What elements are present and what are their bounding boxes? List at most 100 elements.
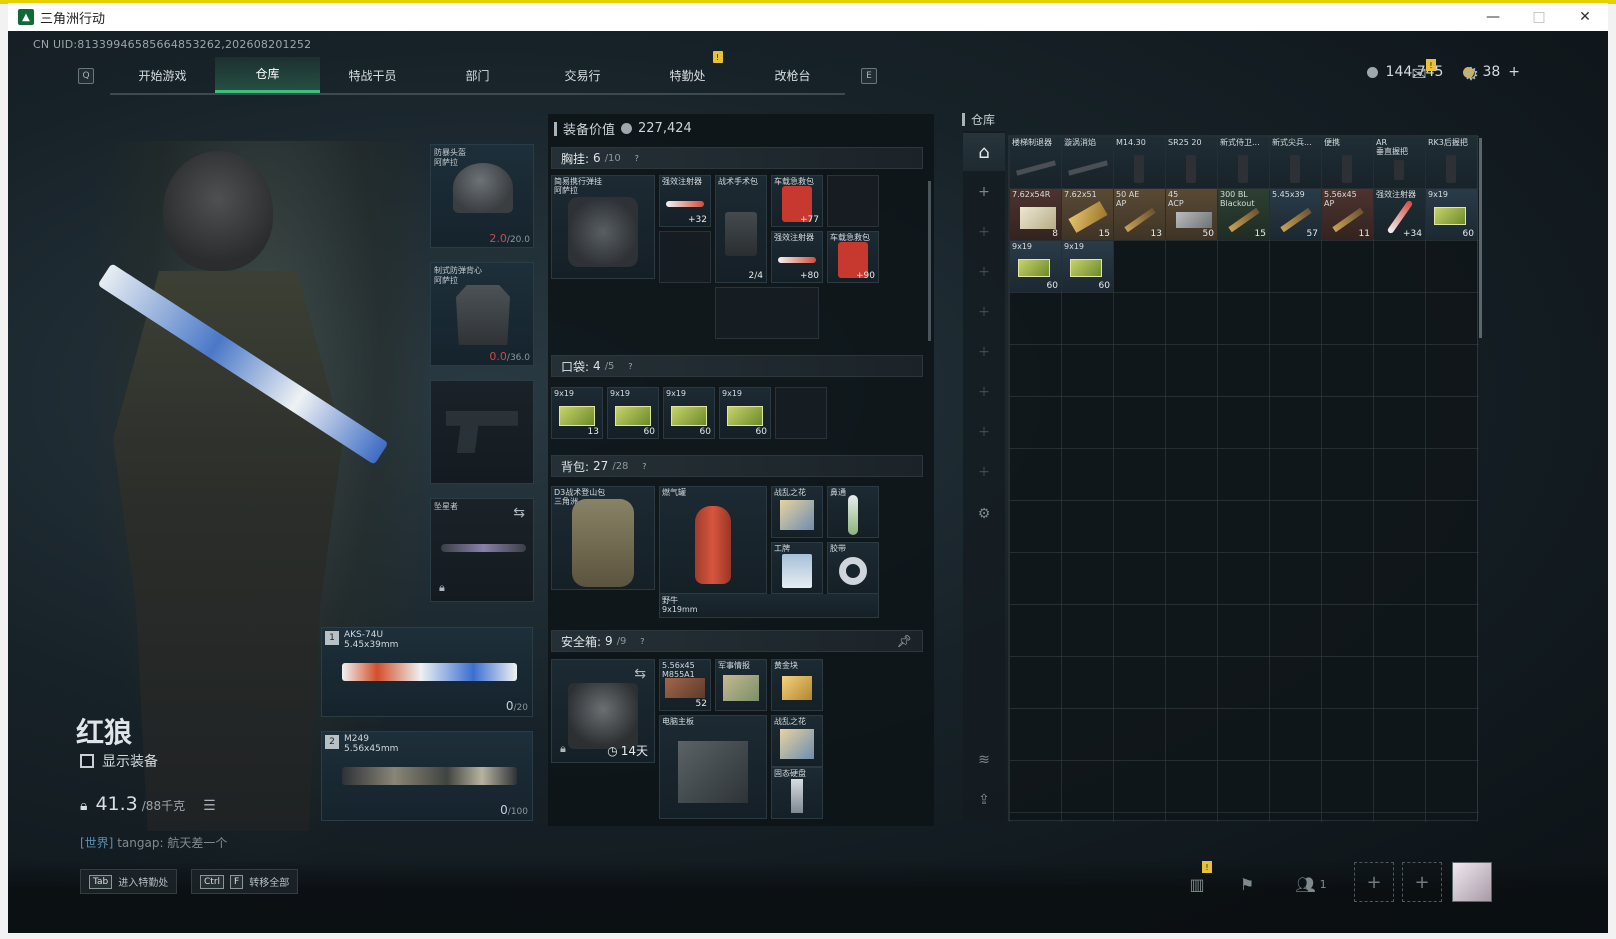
close-button[interactable]: ✕ xyxy=(1562,3,1608,31)
inventory-item[interactable]: 战术手术包 2/4 xyxy=(715,175,767,283)
inventory-item[interactable]: 鼻通 xyxy=(827,486,879,538)
tab-operators[interactable]: 特战干员 xyxy=(320,57,425,93)
storage-item[interactable]: 新式尖兵... xyxy=(1270,137,1321,188)
pistol-slot[interactable] xyxy=(430,380,534,484)
storage-item[interactable]: 5.45x39 57 xyxy=(1270,189,1321,240)
secondary-weapon-slot[interactable]: 2 M249 5.56x45mm 0/100 xyxy=(321,731,533,821)
plus-icon[interactable]: + xyxy=(963,333,1005,371)
tab-gunsmith[interactable]: 改枪台 xyxy=(740,57,845,93)
inventory-item[interactable]: 工牌 xyxy=(771,542,823,594)
plus-icon[interactable]: + xyxy=(963,173,1005,211)
tab-warehouse[interactable]: 仓库 xyxy=(215,57,320,93)
enter-special-ops-hint[interactable]: Tab 进入特勤处 xyxy=(80,869,178,894)
gear-icon[interactable]: ⚙ xyxy=(1458,61,1484,87)
storage-item[interactable]: 7.62x51 15 xyxy=(1062,189,1113,240)
pin-icon[interactable]: 📌︎ xyxy=(897,634,912,648)
empty-slot[interactable] xyxy=(827,175,879,227)
inventory-item[interactable]: 黄金块 xyxy=(771,659,823,711)
inventory-item[interactable]: 车载急救包 +90 xyxy=(827,231,879,283)
prev-tab-key[interactable]: Q xyxy=(78,68,94,84)
inventory-item[interactable]: 军事情报 xyxy=(715,659,767,711)
storage-item[interactable]: 300 BL Blackout 15 xyxy=(1218,189,1269,240)
inventory-item[interactable]: 战乱之花 xyxy=(771,486,823,538)
inventory-item[interactable]: 燃气罐 xyxy=(659,486,767,594)
add-currency-button[interactable]: + xyxy=(1508,64,1520,80)
chest-rig-slot[interactable]: 简易携行弹挂 阿萨拉 xyxy=(551,175,655,279)
inventory-item[interactable]: 5.56x45 M855A1 52 xyxy=(659,659,711,711)
tab-special-ops[interactable]: 特勤处! xyxy=(635,51,740,93)
chat-line[interactable]: [世界] tangap: 航天差一个 xyxy=(80,834,227,851)
help-icon[interactable]: ? xyxy=(638,460,650,472)
window-titlebar[interactable]: ▲ 三角洲行动 — □ ✕ xyxy=(8,3,1608,31)
show-equipment-toggle[interactable]: 显示装备 xyxy=(80,751,158,771)
inventory-item[interactable]: 9x19 60 xyxy=(663,387,715,439)
inventory-item[interactable]: 战乱之花 xyxy=(771,715,823,767)
inventory-item[interactable]: 电脑主板 xyxy=(659,715,767,819)
plus-icon[interactable]: + xyxy=(963,413,1005,451)
invite-slot-2[interactable]: + xyxy=(1402,862,1442,902)
storage-item[interactable]: 强效注射器 +34 xyxy=(1374,189,1425,240)
inventory-item[interactable]: 野牛 9x19mm xyxy=(659,594,879,618)
next-tab-key[interactable]: E xyxy=(861,68,877,84)
tab-department[interactable]: 部门 xyxy=(425,57,530,93)
avatar[interactable] xyxy=(1452,862,1492,902)
storage-item[interactable]: 50 AE AP 13 xyxy=(1114,189,1165,240)
help-icon[interactable]: ? xyxy=(631,152,643,164)
party-icon[interactable]: 👥︎ 1 xyxy=(1286,869,1336,899)
invite-slot-1[interactable]: + xyxy=(1354,862,1394,902)
chart-icon[interactable]: ▥! xyxy=(1180,861,1214,899)
inventory-item[interactable]: 固态硬盘 xyxy=(771,767,823,819)
storage-item[interactable]: 漩涡消焰 xyxy=(1062,137,1113,188)
empty-slot[interactable] xyxy=(659,231,711,283)
plus-icon[interactable]: + xyxy=(963,453,1005,491)
mail-icon[interactable]: ✉! xyxy=(1406,59,1436,87)
show-equipment-checkbox[interactable] xyxy=(80,754,94,768)
maximize-button[interactable]: □ xyxy=(1516,3,1562,31)
transfer-all-hint[interactable]: Ctrl F 转移全部 xyxy=(191,869,299,894)
storage-item[interactable]: SR25 20 xyxy=(1166,137,1217,188)
swap-icon[interactable]: ⇆ xyxy=(513,505,525,521)
melee-slot[interactable]: 坠星者 ⇆ 🔒︎ xyxy=(430,498,534,602)
storage-item[interactable]: AR 垂直握把 xyxy=(1374,137,1425,188)
storage-item[interactable]: 便携 xyxy=(1322,137,1373,188)
storage-item[interactable]: RK3后握把 xyxy=(1426,137,1477,188)
tab-start-game[interactable]: 开始游戏 xyxy=(110,57,215,93)
gear-icon[interactable]: ⚙ xyxy=(963,495,1005,533)
inventory-item[interactable]: 强效注射器 +80 xyxy=(771,231,823,283)
storage-item[interactable]: 楼梯制退器 xyxy=(1010,137,1061,188)
tab-trade[interactable]: 交易行 xyxy=(530,57,635,93)
inventory-item[interactable]: 9x19 60 xyxy=(607,387,659,439)
armor-slot[interactable]: 制式防弹背心 阿萨拉 0.0/36.0 xyxy=(430,262,534,366)
swap-icon[interactable]: ⇆ xyxy=(634,666,646,682)
inventory-item[interactable]: 强效注射器 +32 xyxy=(659,175,711,227)
inventory-item[interactable]: 9x19 13 xyxy=(551,387,603,439)
plus-icon[interactable]: + xyxy=(963,373,1005,411)
safe-box-slot[interactable]: ⇆ 🔒︎ ◷ 14天 xyxy=(551,659,655,763)
list-icon[interactable]: ☰ xyxy=(203,798,216,814)
empty-slot[interactable] xyxy=(775,387,827,439)
helmet-slot[interactable]: 防暴头盔 阿萨拉 2.0/20.0 xyxy=(430,144,534,248)
flag-icon[interactable]: ⚑ xyxy=(1230,869,1264,899)
storage-item[interactable]: 5.56x45 AP 11 xyxy=(1322,189,1373,240)
inventory-item[interactable]: 车载急救包 +77 xyxy=(771,175,823,227)
primary-weapon-slot[interactable]: 1 AKS-74U 5.45x39mm 0/20 xyxy=(321,627,533,717)
plus-icon[interactable]: + xyxy=(963,213,1005,251)
storage-item[interactable]: 9x19 60 xyxy=(1426,189,1477,240)
plus-icon[interactable]: + xyxy=(963,293,1005,331)
loadout-scrollbar[interactable] xyxy=(928,181,931,341)
storage-item[interactable]: 9x19 60 xyxy=(1010,241,1061,292)
plus-icon[interactable]: + xyxy=(963,253,1005,291)
storage-home-icon[interactable]: ⌂ xyxy=(963,133,1005,171)
storage-item[interactable]: M14.30 xyxy=(1114,137,1165,188)
storage-item[interactable]: 9x19 60 xyxy=(1062,241,1113,292)
inventory-item[interactable]: 9x19 60 xyxy=(719,387,771,439)
help-icon[interactable]: ? xyxy=(636,635,648,647)
storage-item[interactable]: 7.62x54R 8 xyxy=(1010,189,1061,240)
inventory-item[interactable]: 胶带 xyxy=(827,542,879,594)
storage-item[interactable]: 45 ACP 50 xyxy=(1166,189,1217,240)
help-icon[interactable]: ? xyxy=(624,360,636,372)
empty-slot[interactable] xyxy=(715,287,819,339)
transfer-icon[interactable]: ⇪ xyxy=(963,781,1005,819)
layers-icon[interactable]: ≋ xyxy=(963,741,1005,779)
backpack-slot[interactable]: D3战术登山包 三角洲 xyxy=(551,486,655,590)
